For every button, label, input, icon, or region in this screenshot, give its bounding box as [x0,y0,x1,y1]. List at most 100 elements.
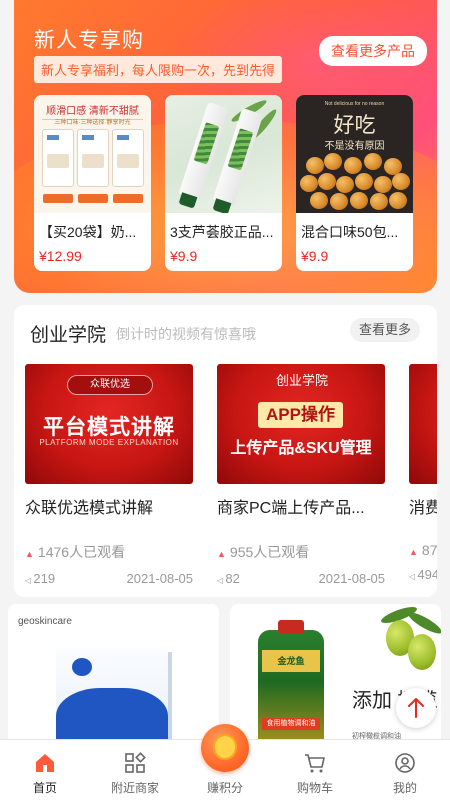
new-user-promo-banner: 新人专享购 新人专享福利，每人限购一次，先到先得 查看更多产品 顺滑口感 清新不… [14,0,437,293]
cow-logo-icon [72,658,92,676]
video-meta: ◁ 494 [409,567,437,583]
snack-ball [392,173,410,190]
section-subtitle: 倒计时的视频有惊喜哦 [116,326,256,342]
tab-label: 我的 [392,781,417,795]
product-price: ¥12.99 [39,248,82,264]
fire-icon: ▲ [25,549,34,559]
snack-ball [318,173,336,190]
entrepreneur-academy-section: 创业学院 倒计时的视频有惊喜哦 查看更多 众联优选 平台模式讲解 PLATFOR… [14,305,437,597]
video-views: ▲ 1476人已观看 [25,542,193,562]
flavor-tag [113,194,143,203]
fire-icon: ▲ [409,547,418,557]
view-more-videos-button[interactable]: 查看更多 [350,318,420,342]
flavor-tag [43,194,73,203]
thumbnail-subheadline: 上传产品&SKU管理 [230,440,372,457]
share-count-value: 494 [417,567,437,582]
product-price: ¥9.9 [301,248,329,264]
image-caption-sub: 不是没有原因 [324,141,385,152]
snack-ball [370,193,388,210]
coin-icon [213,734,237,760]
snack-ball [344,157,362,174]
promo-product-card[interactable]: 顺滑口感 清新不甜腻 三种口味·三种选择·静享时光 【买20袋】奶... ¥12… [34,95,151,271]
tab-home[interactable]: 首页 [0,740,90,800]
section-title: 创业学院 [30,325,107,346]
snack-ball [330,193,348,210]
bottle-sublabel: 食用植物调和油 [262,718,320,730]
video-meta: ◁ 219 2021-08-05 [25,571,193,587]
thumbnail-headline-en: PLATFORM MODE EXPLANATION [39,438,179,447]
snack-ball [306,157,324,174]
arrow-up-icon [408,698,424,718]
video-date: 2021-08-05 [318,571,386,586]
product-name: 【买20袋】奶... [39,224,137,240]
views-count: 87 [421,542,437,558]
thumbnail-headline: 平台模式讲解 [43,416,175,439]
product-price: ¥9.9 [170,248,198,264]
snack-ball [310,192,328,209]
video-views: ▲ 87 [409,542,437,558]
video-title: 商家PC端上传产品... [217,500,365,517]
views-count: 1476人已观看 [37,544,126,560]
milk-tea-bag [112,129,144,187]
share-count: ◁ 494 [409,567,437,582]
milk-tea-bag [77,129,109,187]
tab-label: 赚积分 [206,781,243,795]
brand-logo: 众联优选 [67,375,153,395]
image-subheader: 三种口味·三种选择·静享时光 [54,120,131,126]
tab-label: 附近商家 [110,781,159,795]
earn-points-button[interactable] [201,724,249,772]
product-name: 3支芦荟胶正品... [170,224,274,240]
product-tile[interactable]: geoskincare [8,604,219,754]
tab-label: 首页 [32,781,57,795]
olive-fruit [408,634,436,670]
image-caption-en: Not delicious for no reason [324,101,385,107]
video-thumbnail: 创业学院 APP操作 上传产品&SKU管理 [217,364,385,484]
brand-logo: geoskincare [18,616,72,627]
video-thumbnail: 众联优选 平台模式讲解 PLATFORM MODE EXPLANATION [25,364,193,484]
snack-ball [350,192,368,209]
share-count-value: 219 [33,571,56,586]
product-image-snacks: Not delicious for no reason 好吃 不是没有原因 [296,95,413,213]
snack-ball [324,153,342,170]
image-caption-title: 好吃 [333,113,376,137]
product-image-aloe-gel [165,95,282,213]
video-card[interactable]: 消费 ▲ 87 ◁ 494 [409,364,437,583]
home-icon [36,754,54,772]
tab-profile[interactable]: 我的 [360,740,450,800]
thumbnail-headline: APP操作 [258,402,343,428]
video-date: 2021-08-05 [126,571,194,586]
bottle-label: 金龙鱼 [262,650,320,672]
share-count: ◁ 82 [217,571,240,586]
product-tile[interactable]: 金龙鱼 食用植物调和油 添加 橄榄 初榨橄榄调和油 [230,604,441,754]
flavor-tag [78,194,108,203]
product-name: 混合口味50包... [301,224,399,240]
video-card[interactable]: 众联优选 平台模式讲解 PLATFORM MODE EXPLANATION 众联… [25,364,193,587]
grid-icon [125,752,146,773]
snack-ball [336,176,354,193]
fire-icon: ▲ [217,549,226,559]
share-count: ◁ 219 [25,571,55,586]
milk-tea-bag [42,129,74,187]
video-card[interactable]: 创业学院 APP操作 上传产品&SKU管理 商家PC端上传产品... ▲ 955人… [217,364,385,587]
tab-nearby-merchants[interactable]: 附近商家 [90,740,180,800]
promo-product-card[interactable]: 3支芦荟胶正品... ¥9.9 [165,95,282,271]
video-title: 众联优选模式讲解 [25,500,154,517]
back-to-top-button[interactable] [396,688,436,728]
view-more-products-button[interactable]: 查看更多产品 [319,36,427,66]
share-count-value: 82 [225,571,240,586]
cart-icon [305,754,325,773]
views-count: 955人已观看 [229,544,310,560]
product-image-milk-tea: 顺滑口感 清新不甜腻 三种口味·三种选择·静享时光 [34,95,151,213]
oil-bottle-image: 金龙鱼 食用植物调和油 [258,620,324,754]
user-icon [395,753,415,773]
tab-cart[interactable]: 购物车 [270,740,360,800]
snack-ball [300,175,318,192]
video-views: ▲ 955人已观看 [217,542,385,562]
promo-title: 新人专享购 [34,29,144,52]
snack-ball [364,153,382,170]
academy-logo: 创业学院 [275,373,328,388]
bottle-cap [278,620,304,634]
promo-product-card[interactable]: Not delicious for no reason 好吃 不是没有原因 混合… [296,95,413,271]
snack-ball [389,192,407,209]
promo-subtitle: 新人专享福利，每人限购一次，先到先得 [34,56,283,83]
